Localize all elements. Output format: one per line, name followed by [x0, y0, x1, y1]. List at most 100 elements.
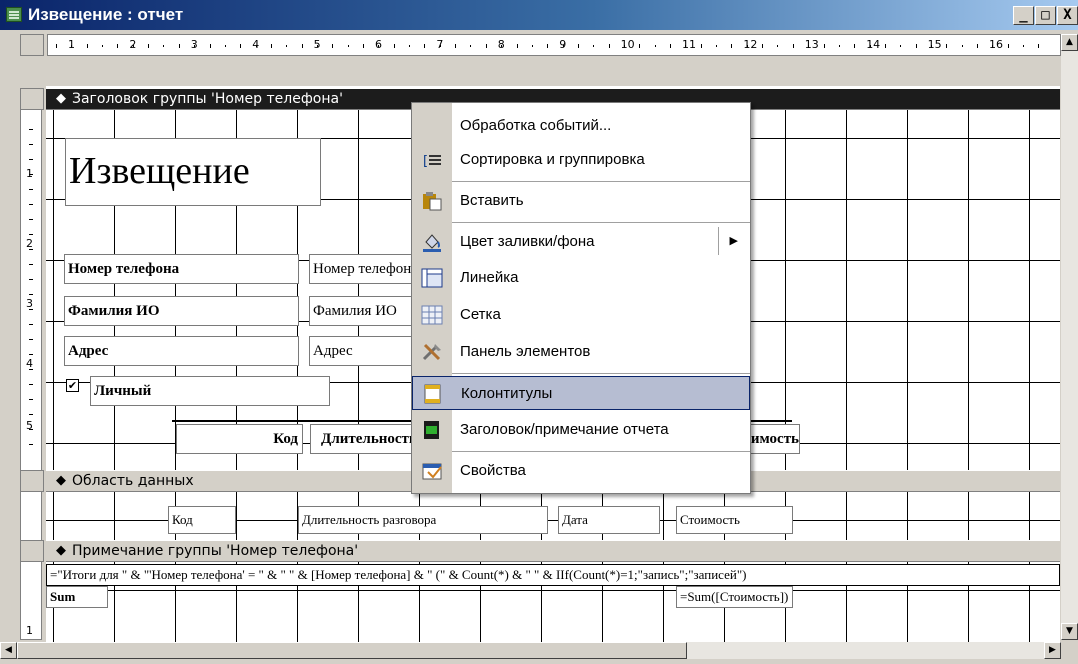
group-footer-selector[interactable] — [20, 540, 44, 562]
grid-icon — [421, 305, 443, 325]
personal-checkbox[interactable]: ✔ — [66, 379, 79, 392]
ruler-tick-mark — [117, 44, 119, 48]
col-duration-label[interactable]: Длительность разговора — [310, 424, 420, 454]
detail-code-field[interactable]: Код — [168, 506, 236, 534]
detail-date-field[interactable]: Дата — [558, 506, 660, 534]
ruler-tick-mark — [29, 339, 33, 340]
group-header-band-label: Заголовок группы 'Номер телефона' — [72, 91, 343, 107]
menu-item-label: Сортировка и группировка — [460, 151, 645, 168]
scroll-up-arrow-icon[interactable]: ▲ — [1061, 34, 1078, 51]
ruler-tick-mark — [29, 324, 33, 325]
menu-item-toolbox[interactable]: Панель элементов — [412, 335, 750, 369]
properties-icon — [422, 463, 442, 480]
menu-item-label: Панель элементов — [460, 343, 591, 360]
name-field[interactable]: Фамилия ИО — [309, 296, 419, 326]
phone-field[interactable]: Номер телефона — [309, 254, 419, 284]
ruler-tick-mark — [29, 249, 33, 250]
personal-label[interactable]: Личный — [90, 376, 330, 406]
ruler-v-label: 5 — [26, 419, 33, 432]
menu-item-ruler[interactable]: Линейка — [412, 261, 750, 295]
ruler-h-label: 3 — [190, 38, 198, 51]
ruler-tick-mark — [854, 44, 856, 48]
ruler-tick-mark — [485, 44, 487, 48]
ruler-tick-mark — [29, 129, 33, 130]
menu-item-event-builder[interactable]: Обработка событий... — [412, 109, 750, 143]
menu-item-label: Цвет заливки/фона — [460, 233, 595, 250]
context-menu[interactable]: Обработка событий... [ Сортировка и груп… — [411, 102, 751, 494]
report-icon — [6, 7, 22, 22]
ruler-tick-mark — [593, 45, 595, 47]
ruler-h-label: 1 — [68, 38, 75, 51]
paste-icon — [423, 192, 442, 211]
ruler-tick-mark — [286, 45, 288, 47]
ruler-tick-mark — [1023, 45, 1025, 47]
menu-item-label: Сетка — [460, 306, 501, 323]
minimize-button[interactable]: _ — [1013, 6, 1034, 25]
scroll-down-arrow-icon[interactable]: ▼ — [1061, 623, 1078, 640]
detail-selector[interactable] — [20, 470, 44, 492]
address-field[interactable]: Адрес — [309, 336, 419, 366]
sum-label[interactable]: Sum — [46, 586, 108, 608]
ruler-tick-mark — [29, 369, 33, 370]
menu-item-label: Свойства — [460, 462, 526, 479]
ruler-tick-mark — [654, 45, 656, 47]
ruler-tick-mark — [270, 44, 272, 48]
ruler-tick-mark — [29, 444, 33, 445]
ruler-tick-mark — [56, 44, 57, 48]
vertical-scrollbar[interactable]: ▲ ▼ — [1061, 34, 1078, 640]
menu-item-properties[interactable]: Свойства — [412, 454, 750, 488]
ruler-tick-mark — [86, 44, 88, 48]
close-button[interactable]: X — [1057, 6, 1078, 25]
detail-band-label: Область данных — [72, 473, 194, 489]
ruler-tick-mark — [240, 44, 242, 48]
ruler-h-label: 4 — [252, 38, 260, 51]
ruler-tick-mark — [424, 44, 426, 48]
maximize-button[interactable]: □ — [1035, 6, 1056, 25]
menu-item-label: Колонтитулы — [461, 385, 553, 402]
col-code-label[interactable]: Код — [176, 424, 303, 454]
ruler-tick-mark — [700, 44, 702, 48]
ruler-tick-mark — [363, 44, 364, 48]
report-header-footer-icon — [424, 421, 439, 439]
ruler-tick-mark — [209, 44, 211, 48]
fill-color-icon — [423, 234, 441, 252]
menu-item-sorting-grouping[interactable]: [ Сортировка и группировка — [412, 143, 750, 177]
detail-cost-field[interactable]: Стоимость — [676, 506, 793, 534]
report-title-label[interactable]: Извещение — [65, 138, 321, 206]
ruler-tick-mark — [393, 44, 395, 48]
menu-item-fill-color[interactable]: Цвет заливки/фона ▶ — [412, 225, 750, 259]
detail-duration-field[interactable]: Длительность разговора — [298, 506, 548, 534]
group-header-selector[interactable] — [20, 88, 44, 110]
ruler-h-label: 12 — [743, 38, 758, 51]
sum-expression-field[interactable]: =Sum([Стоимость]) — [676, 586, 793, 608]
name-label[interactable]: Фамилия ИО — [64, 296, 299, 326]
address-label[interactable]: Адрес — [64, 336, 299, 366]
summary-expression-field[interactable]: ="Итоги для " & "'Номер телефона' = " & … — [46, 564, 1060, 586]
ruler-tick-mark — [29, 144, 33, 145]
report-design-window: Извещение : отчет _ □ X 1 2 3 4 5 6 7 8 9 10 11 12 1… — [0, 0, 1078, 664]
menu-item-label: Вставить — [460, 192, 524, 209]
ruler-tick-mark — [792, 44, 794, 48]
ruler-tick-mark — [29, 204, 33, 205]
horizontal-scroll-thumb[interactable] — [17, 642, 687, 659]
menu-separator — [452, 373, 750, 374]
ruler-tick-mark — [455, 44, 457, 48]
ruler-tick-mark — [332, 44, 334, 48]
ruler-tick-mark — [29, 234, 33, 235]
title-bar[interactable]: Извещение : отчет _ □ X — [0, 0, 1078, 30]
ruler-tick-mark — [409, 45, 411, 47]
page-header-footer-icon — [424, 384, 441, 404]
scroll-left-arrow-icon[interactable]: ◀ — [0, 642, 17, 659]
menu-item-report-header-footer[interactable]: Заголовок/примечание отчета — [412, 413, 750, 447]
scroll-right-arrow-icon[interactable]: ▶ — [1044, 642, 1061, 659]
submenu-divider — [718, 227, 719, 255]
phone-label[interactable]: Номер телефона — [64, 254, 299, 284]
menu-item-grid[interactable]: Сетка — [412, 298, 750, 332]
ruler-tick-mark — [577, 44, 579, 48]
horizontal-scrollbar[interactable]: ◀ ▶ — [0, 642, 1061, 659]
group-footer-band[interactable]: ◆ Примечание группы 'Номер телефона' — [46, 540, 1060, 562]
ruler-tick-mark — [29, 279, 33, 280]
ruler-corner-selector[interactable] — [20, 34, 44, 56]
menu-item-paste[interactable]: Вставить — [412, 184, 750, 218]
menu-item-page-header-footer[interactable]: Колонтитулы — [412, 376, 750, 410]
